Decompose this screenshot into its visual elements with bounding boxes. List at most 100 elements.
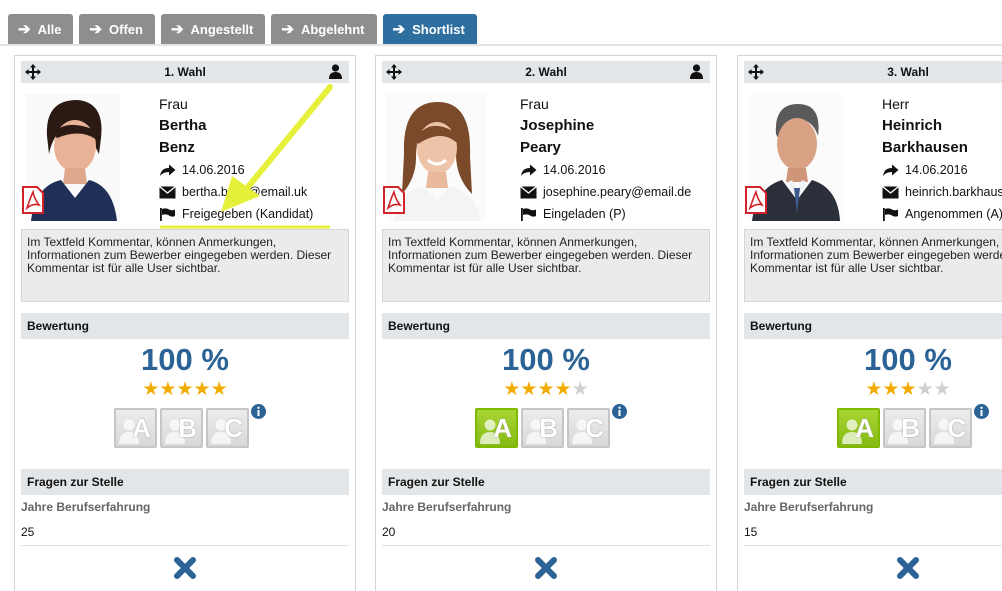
tab-angestellt[interactable]: ➔ Angestellt xyxy=(160,14,266,44)
abc-b-button[interactable]: B xyxy=(160,408,203,448)
star-icon[interactable]: ★ xyxy=(572,379,589,400)
divider xyxy=(744,545,1002,546)
match-percent: 100 % xyxy=(864,342,952,377)
star-icon[interactable]: ★ xyxy=(537,379,554,400)
info-icon[interactable] xyxy=(974,404,989,419)
rating-header: Bewertung xyxy=(382,313,710,339)
arrow-right-icon: ➔ xyxy=(392,21,406,38)
flag-icon xyxy=(521,207,536,221)
star-icon[interactable]: ★ xyxy=(865,379,882,400)
tab-shortlist[interactable]: ➔ Shortlist xyxy=(382,14,477,44)
envelope-icon xyxy=(882,185,899,198)
forward-arrow-icon xyxy=(883,164,899,176)
match-percent: 100 % xyxy=(141,342,229,377)
status-text: Eingeladen (P) xyxy=(543,207,626,221)
first-name: Bertha xyxy=(159,117,207,134)
first-name: Josephine xyxy=(520,117,595,134)
abc-c-button[interactable]: C xyxy=(567,408,610,448)
star-icon[interactable]: ★ xyxy=(934,379,951,400)
rank-label: 2. Wahl xyxy=(525,65,567,79)
last-name: Peary xyxy=(520,139,561,156)
star-icon[interactable]: ★ xyxy=(211,379,228,400)
card-header: 3. Wahl xyxy=(744,61,1002,83)
star-rating[interactable]: ★★★★★ xyxy=(21,380,349,400)
candidate-card: 2. Wahl Frau Josephine Peary 14.06.2016 … xyxy=(375,55,717,591)
person-icon[interactable] xyxy=(690,64,703,79)
abc-b-button[interactable]: B xyxy=(521,408,564,448)
tab-underline xyxy=(0,44,1002,46)
experience-value: 15 xyxy=(744,525,758,539)
abc-classification: A B C xyxy=(114,408,249,448)
star-icon[interactable]: ★ xyxy=(503,379,520,400)
pdf-icon[interactable] xyxy=(21,186,45,214)
star-rating[interactable]: ★★★★★ xyxy=(744,380,1002,400)
star-icon[interactable]: ★ xyxy=(917,379,934,400)
application-date: 14.06.2016 xyxy=(182,163,245,177)
pdf-icon[interactable] xyxy=(382,186,406,214)
rating-header: Bewertung xyxy=(21,313,349,339)
last-name: Benz xyxy=(159,139,195,156)
star-icon[interactable]: ★ xyxy=(520,379,537,400)
experience-label: Jahre Berufserfahrung xyxy=(21,500,151,514)
abc-a-button[interactable]: A xyxy=(475,408,518,448)
shortlist-board: { "tabs": [ {"label": "Alle", "active": … xyxy=(0,0,1002,591)
abc-c-button[interactable]: C xyxy=(206,408,249,448)
abc-c-button[interactable]: C xyxy=(929,408,972,448)
experience-label: Jahre Berufserfahrung xyxy=(382,500,512,514)
application-date: 14.06.2016 xyxy=(543,163,606,177)
person-icon[interactable] xyxy=(329,64,342,79)
abc-b-button[interactable]: B xyxy=(883,408,926,448)
move-icon[interactable] xyxy=(24,63,42,81)
move-icon[interactable] xyxy=(385,63,403,81)
star-icon[interactable]: ★ xyxy=(159,379,176,400)
forward-arrow-icon xyxy=(160,164,176,176)
remove-icon[interactable] xyxy=(173,556,197,580)
comment-field[interactable]: Im Textfeld Kommentar, können Anmerkunge… xyxy=(382,229,710,302)
last-name: Barkhausen xyxy=(882,139,968,156)
info-icon[interactable] xyxy=(251,404,266,419)
status-text: Freigegeben (Kandidat) xyxy=(182,207,314,221)
remove-icon[interactable] xyxy=(534,556,558,580)
star-icon[interactable]: ★ xyxy=(555,379,572,400)
envelope-icon xyxy=(520,185,537,198)
abc-a-button[interactable]: A xyxy=(114,408,157,448)
email-link[interactable]: heinrich.barkhausen@email.de xyxy=(905,181,1002,203)
rating-header: Bewertung xyxy=(744,313,1002,339)
star-icon[interactable]: ★ xyxy=(899,379,916,400)
application-date: 14.06.2016 xyxy=(905,163,968,177)
star-icon[interactable]: ★ xyxy=(176,379,193,400)
email-link[interactable]: josephine.peary@email.de xyxy=(543,181,691,203)
status-text: Angenommen (A) xyxy=(905,207,1002,221)
flag-icon xyxy=(883,207,898,221)
forward-arrow-icon xyxy=(521,164,537,176)
email-link[interactable]: bertha.benz@email.uk xyxy=(182,181,307,203)
star-icon[interactable]: ★ xyxy=(882,379,899,400)
star-rating[interactable]: ★★★★★ xyxy=(382,380,710,400)
abc-a-button[interactable]: A xyxy=(837,408,880,448)
remove-icon[interactable] xyxy=(896,556,920,580)
info-icon[interactable] xyxy=(612,404,627,419)
salutation: Frau xyxy=(520,96,549,112)
arrow-right-icon: ➔ xyxy=(89,21,102,38)
experience-value: 20 xyxy=(382,525,396,539)
tab-abgelehnt[interactable]: ➔ Abgelehnt xyxy=(271,14,377,44)
move-icon[interactable] xyxy=(747,63,765,81)
tab-offen[interactable]: ➔ Offen xyxy=(79,14,155,44)
card-header: 1. Wahl xyxy=(21,61,349,83)
star-icon[interactable]: ★ xyxy=(194,379,211,400)
arrow-right-icon: ➔ xyxy=(281,21,294,38)
salutation: Herr xyxy=(882,96,910,112)
match-percent: 100 % xyxy=(502,342,590,377)
arrow-right-icon: ➔ xyxy=(170,21,184,38)
rank-label: 3. Wahl xyxy=(887,65,929,79)
flag-icon xyxy=(160,207,175,221)
tab-alle[interactable]: ➔ Alle xyxy=(8,14,74,44)
divider xyxy=(21,545,349,546)
comment-field[interactable]: Im Textfeld Kommentar, können Anmerkunge… xyxy=(744,229,1002,302)
candidate-info: Frau Josephine Peary 14.06.2016 josephin… xyxy=(520,94,691,225)
pdf-icon[interactable] xyxy=(744,186,768,214)
envelope-icon xyxy=(159,185,176,198)
star-icon[interactable]: ★ xyxy=(142,379,159,400)
comment-field[interactable]: Im Textfeld Kommentar, können Anmerkunge… xyxy=(21,229,349,302)
arrow-right-icon: ➔ xyxy=(18,21,31,38)
